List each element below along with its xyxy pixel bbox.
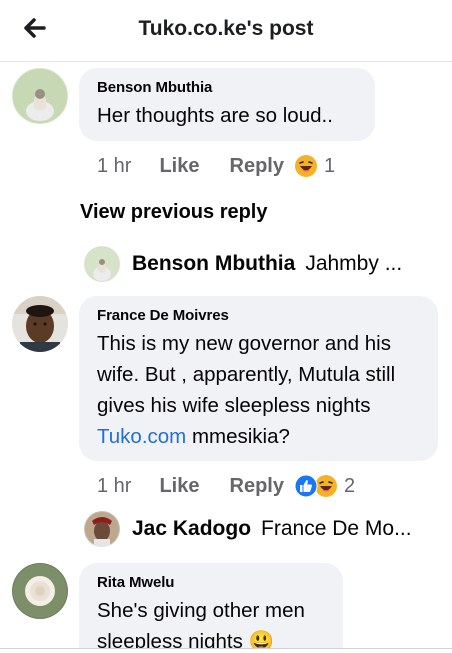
view-previous-reply-link[interactable]: View previous reply [80, 201, 268, 224]
avatar [84, 511, 120, 547]
reply-preview[interactable]: Benson Mbuthia Jahmby ... [84, 245, 402, 283]
comment-composer-divider [0, 648, 452, 653]
avatar[interactable] [12, 563, 68, 619]
reply-preview[interactable]: Jac Kadogo France De Mo... [84, 510, 412, 548]
avatar [84, 246, 120, 282]
comment-bubble: France De Moivres This is my new governo… [79, 296, 438, 461]
reply-button[interactable]: Reply [230, 475, 284, 498]
reaction-count[interactable]: 1 [324, 155, 335, 178]
comment-text: Her thoughts are so loud.. [97, 104, 333, 127]
comment-author[interactable]: Rita Mwelu [97, 574, 327, 591]
comment-author[interactable]: Benson Mbuthia [97, 79, 359, 96]
reply-button[interactable]: Reply [230, 155, 284, 178]
haha-reaction-icon[interactable] [294, 154, 318, 178]
comment-actions: 1 hr Like Reply 1 [97, 153, 335, 179]
reply-text: Jahmby ... [305, 252, 403, 275]
comment-time: 1 hr [97, 474, 132, 497]
comment-time: 1 hr [97, 154, 132, 177]
avatar[interactable] [12, 296, 68, 352]
comment-bubble: Rita Mwelu She's giving other men sleepl… [79, 563, 343, 653]
reply-author: Jac Kadogo [132, 517, 252, 540]
comment-bubble: Benson Mbuthia Her thoughts are so loud.… [79, 68, 375, 141]
comment-text-part: This is my new governor and his wife. Bu… [97, 332, 396, 417]
post-header: Tuko.co.ke's post [0, 0, 452, 62]
comment-text-part: mmesikia? [186, 425, 290, 448]
reaction-count[interactable]: 2 [344, 475, 355, 498]
comment-actions: 1 hr Like Reply 2 [97, 473, 355, 499]
reply-author: Benson Mbuthia [132, 252, 296, 275]
like-button[interactable]: Like [159, 475, 199, 498]
page-title: Tuko.co.ke's post [138, 17, 314, 40]
like-button[interactable]: Like [159, 155, 199, 178]
avatar[interactable] [12, 68, 68, 124]
comment-text: She's giving other men sleepless nights … [97, 599, 305, 653]
reply-text: France De Mo... [261, 517, 412, 540]
comment-text: This is my new governor and his wife. Bu… [97, 328, 422, 452]
comment-link[interactable]: Tuko.com [97, 425, 186, 448]
like-reaction-icon[interactable] [294, 474, 318, 498]
comment-author[interactable]: France De Moivres [97, 307, 422, 324]
